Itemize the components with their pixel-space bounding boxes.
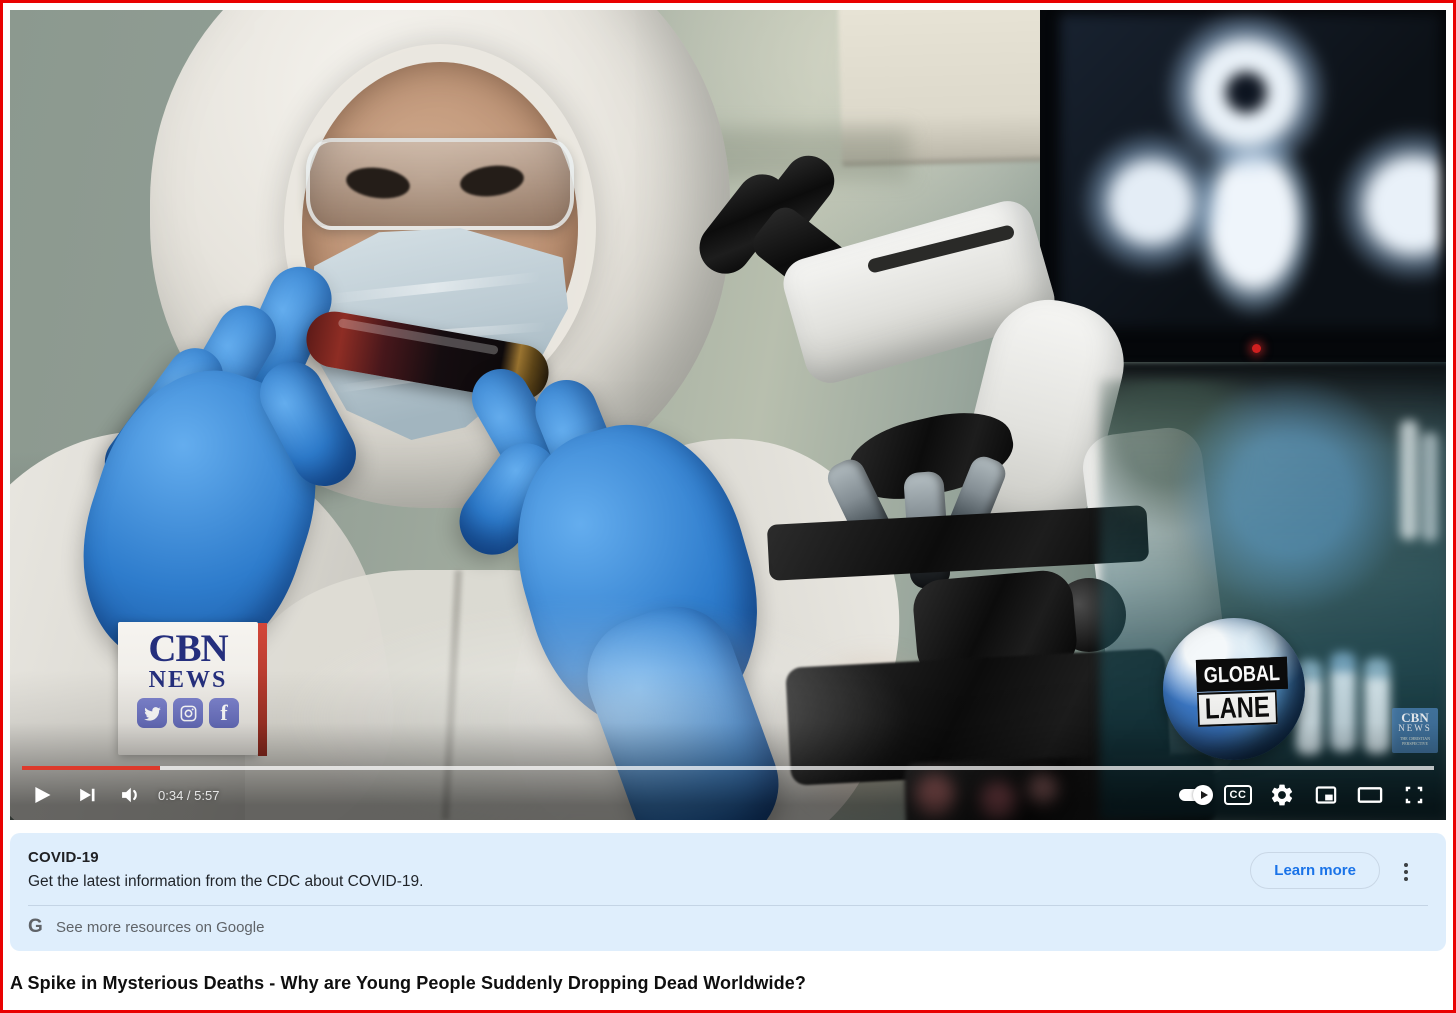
kebab-menu-icon[interactable] [1395, 860, 1417, 884]
cc-icon: CC [1224, 785, 1253, 805]
progress-bar[interactable] [22, 766, 1434, 770]
fullscreen-icon [1399, 780, 1429, 810]
gear-icon [1269, 782, 1295, 808]
goggles [306, 138, 574, 230]
panel-heading: COVID-19 [28, 849, 1428, 866]
power-led [1252, 344, 1261, 353]
video-title: A Spike in Mysterious Deaths - Why are Y… [10, 973, 1446, 994]
google-g-icon: G [28, 916, 56, 938]
autoplay-toggle[interactable] [1172, 773, 1216, 817]
page-frame: CBN NEWS f GLOBAL LANE [3, 3, 1453, 1001]
controls-right: CC [1172, 773, 1436, 817]
volume-button[interactable] [108, 773, 152, 817]
controls-left: 0:34 / 5:57 [20, 773, 219, 817]
theater-mode-button[interactable] [1348, 773, 1392, 817]
miniplayer-button[interactable] [1304, 773, 1348, 817]
volume-icon [115, 780, 145, 810]
play-button[interactable] [20, 773, 64, 817]
monitor-screen [1060, 14, 1440, 328]
autoplay-pill [1179, 789, 1209, 801]
next-icon [71, 780, 101, 810]
cbn-logo-text: CBN [148, 631, 227, 667]
fullscreen-button[interactable] [1392, 773, 1436, 817]
progress-played [22, 766, 160, 770]
next-button[interactable] [64, 773, 108, 817]
google-resources-link[interactable]: G See more resources on Google [28, 906, 1428, 948]
player-controls: 0:34 / 5:57 CC [20, 772, 1436, 818]
miniplayer-icon [1311, 780, 1341, 810]
learn-more-button[interactable]: Learn more [1250, 852, 1380, 889]
captions-button[interactable]: CC [1216, 773, 1260, 817]
panel-description: Get the latest information from the CDC … [28, 873, 1428, 891]
left-eye [344, 164, 411, 202]
monitor [1040, 10, 1446, 362]
play-icon [25, 778, 59, 812]
time-display: 0:34 / 5:57 [158, 788, 219, 803]
video-player-surface[interactable]: CBN NEWS f GLOBAL LANE [10, 10, 1446, 820]
right-eye [458, 162, 525, 200]
autoplay-knob [1193, 785, 1213, 805]
theater-mode-icon [1354, 779, 1386, 811]
covid-info-panel: COVID-19 Get the latest information from… [10, 833, 1446, 951]
resources-link-text: See more resources on Google [56, 919, 264, 936]
settings-button[interactable] [1260, 773, 1304, 817]
